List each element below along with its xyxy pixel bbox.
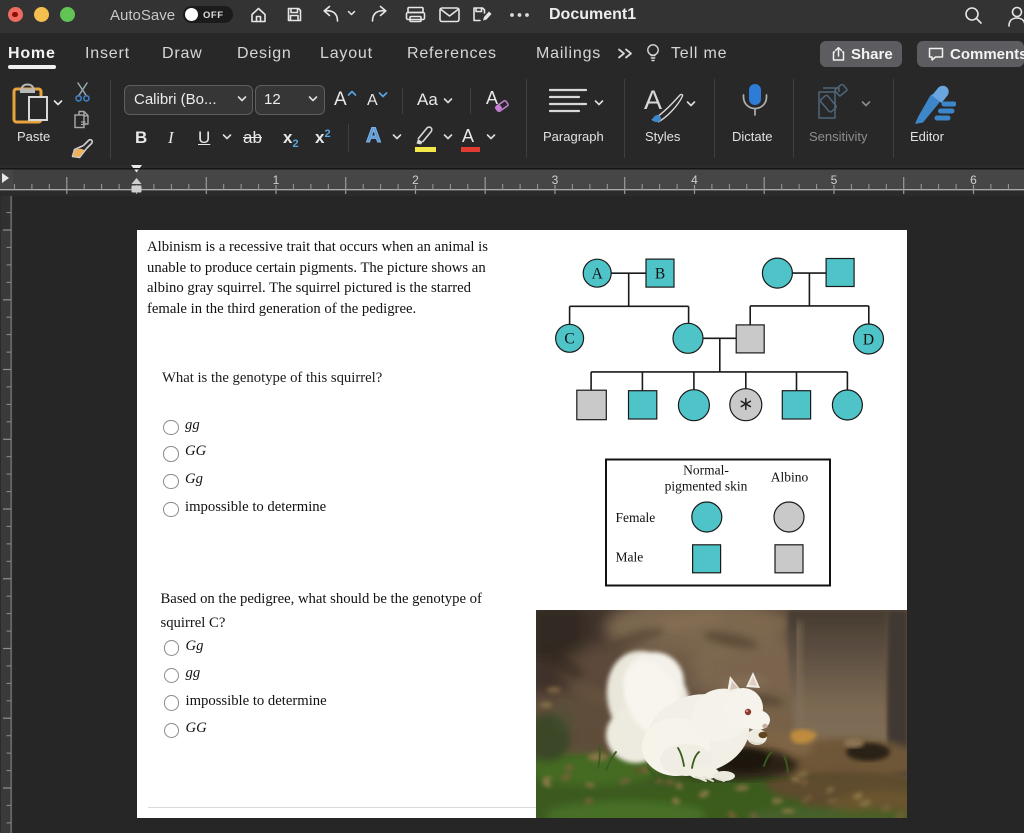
svg-text:A: A	[591, 266, 603, 283]
svg-text:3: 3	[552, 173, 559, 187]
svg-text:Albino: Albino	[770, 470, 808, 485]
svg-text:1: 1	[273, 173, 280, 187]
svg-text:Male: Male	[615, 550, 643, 565]
svg-text:pigmented skin: pigmented skin	[664, 479, 747, 494]
svg-text:B: B	[654, 266, 664, 283]
svg-text:Female: Female	[615, 510, 655, 525]
svg-text:5: 5	[831, 173, 838, 187]
svg-text:D: D	[862, 332, 873, 349]
svg-text:4: 4	[691, 173, 698, 187]
svg-text:C: C	[564, 331, 574, 348]
svg-text:Normal-: Normal-	[683, 463, 729, 478]
svg-text:6: 6	[970, 173, 977, 187]
svg-text:2: 2	[412, 173, 419, 187]
